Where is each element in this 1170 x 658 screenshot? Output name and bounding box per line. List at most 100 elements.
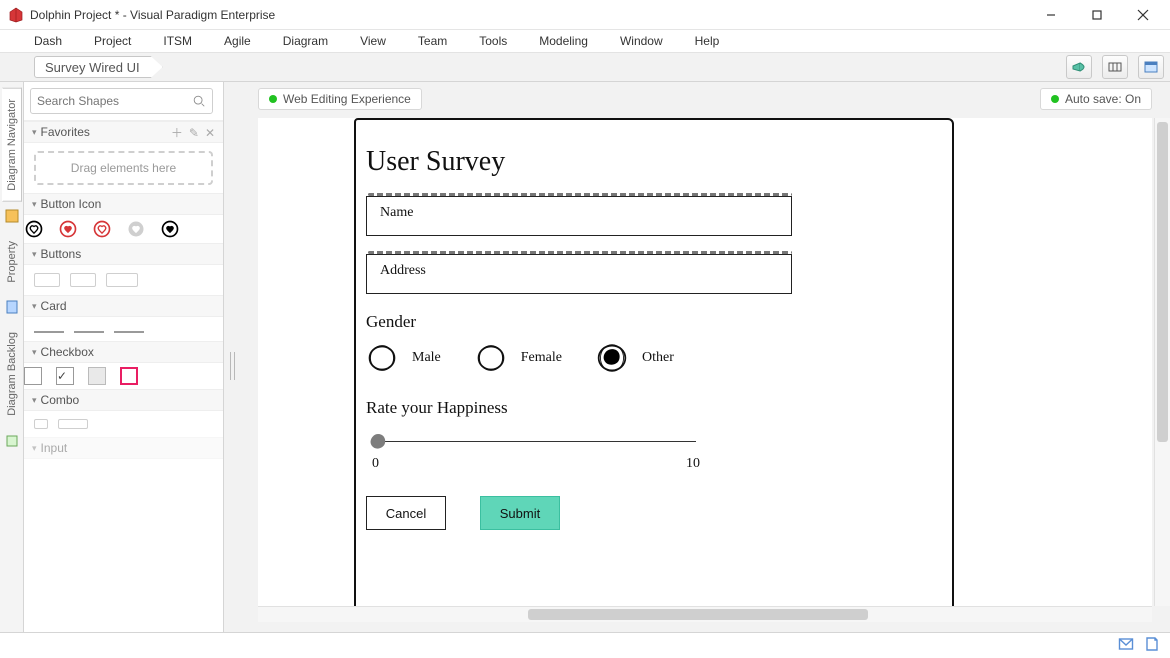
scrollbar-thumb[interactable] — [528, 609, 868, 620]
window-minimize-button[interactable] — [1028, 0, 1074, 30]
survey-name-field[interactable]: Name — [366, 196, 786, 236]
palette-category-buttons: ▾Buttons — [24, 243, 223, 295]
menu-help[interactable]: Help — [683, 32, 732, 50]
menu-dash[interactable]: Dash — [22, 32, 74, 50]
heart-grey-icon[interactable] — [126, 219, 146, 239]
heart-filled-icon[interactable] — [160, 219, 180, 239]
category-head-checkbox[interactable]: ▾Checkbox — [24, 341, 223, 363]
menu-diagram[interactable]: Diagram — [271, 32, 340, 50]
gender-radio-group: Male Female Other — [366, 342, 932, 374]
radio-circle-icon — [475, 342, 507, 374]
status-dot-icon — [269, 95, 277, 103]
radio-female[interactable]: Female — [475, 342, 562, 374]
category-head-button-icon[interactable]: ▾Button Icon — [24, 193, 223, 215]
tool-layout-icon[interactable] — [1102, 55, 1128, 79]
shapes-palette: ⋮ ▾ Favorites ＋ ✎ ✕ Drag elements here ▾Bu… — [24, 82, 224, 632]
category-label: Combo — [41, 393, 80, 407]
chevron-down-icon: ▾ — [32, 301, 37, 312]
menu-modeling[interactable]: Modeling — [527, 32, 600, 50]
palette-category-combo: ▾Combo — [24, 389, 223, 437]
rail-tab-diagram-backlog[interactable]: Diagram Backlog — [2, 321, 22, 427]
panel-splitter[interactable] — [224, 82, 244, 632]
checkbox-highlight[interactable] — [120, 367, 138, 385]
radio-male[interactable]: Male — [366, 342, 441, 374]
category-head-favorites[interactable]: ▾ Favorites ＋ ✎ ✕ — [24, 121, 223, 143]
card-shape-2[interactable] — [74, 331, 104, 333]
horizontal-scrollbar[interactable] — [258, 606, 1152, 622]
category-label: Favorites — [41, 125, 90, 139]
vertical-scrollbar[interactable] — [1154, 118, 1170, 606]
main-area: Diagram Navigator Property Diagram Backl… — [0, 82, 1170, 632]
radio-label: Male — [412, 350, 441, 366]
palette-search-box[interactable] — [30, 88, 213, 114]
palette-category-checkbox: ▾Checkbox — [24, 341, 223, 389]
card-shape-1[interactable] — [34, 331, 64, 333]
heart-red-outline-icon[interactable] — [58, 219, 78, 239]
menu-team[interactable]: Team — [406, 32, 459, 50]
slider-thumb-icon[interactable] — [368, 432, 388, 452]
button-shape-small[interactable] — [34, 273, 60, 287]
cancel-button[interactable]: Cancel — [366, 496, 446, 530]
menu-project[interactable]: Project — [82, 32, 143, 50]
close-icon[interactable]: ✕ — [205, 126, 215, 140]
canvas-page[interactable]: User Survey Name Address Gender Male — [258, 118, 1152, 622]
checkbox-checked[interactable] — [56, 367, 74, 385]
heart-red-icon[interactable] — [92, 219, 112, 239]
menu-itsm[interactable]: ITSM — [151, 32, 204, 50]
survey-title[interactable]: User Survey — [366, 146, 932, 178]
breadcrumb[interactable]: Survey Wired UI — [34, 56, 163, 78]
tool-panel-icon[interactable] — [1138, 55, 1164, 79]
button-shape-medium[interactable] — [70, 273, 96, 287]
rail-tab-diagram-navigator[interactable]: Diagram Navigator — [2, 88, 22, 202]
top-toolbar: Survey Wired UI — [0, 52, 1170, 82]
scrollbar-thumb[interactable] — [1157, 122, 1168, 442]
tool-announcement-icon[interactable] — [1066, 55, 1092, 79]
field-label: Address — [380, 263, 426, 279]
slider-min: 0 — [372, 456, 379, 472]
window-maximize-button[interactable] — [1074, 0, 1120, 30]
rail-tab-property[interactable]: Property — [2, 230, 22, 294]
combo-shape-2[interactable] — [58, 419, 88, 429]
plus-icon[interactable]: ＋ — [171, 126, 183, 140]
search-input[interactable] — [37, 94, 192, 108]
canvas-viewport[interactable]: User Survey Name Address Gender Male — [258, 118, 1152, 622]
canvas-area: Web Editing Experience Auto save: On Use… — [244, 82, 1170, 632]
status-dot-icon — [1051, 95, 1059, 103]
slider-max: 10 — [686, 456, 700, 472]
checkbox-outline[interactable] — [24, 367, 42, 385]
submit-button[interactable]: Submit — [480, 496, 560, 530]
slider-label[interactable]: Rate your Happiness — [366, 398, 932, 418]
menu-view[interactable]: View — [348, 32, 398, 50]
button-shape-large[interactable] — [106, 273, 138, 287]
gender-label[interactable]: Gender — [366, 312, 932, 332]
window-close-button[interactable] — [1120, 0, 1166, 30]
checkbox-filled[interactable] — [88, 367, 106, 385]
radio-other[interactable]: Other — [596, 342, 674, 374]
favorites-dropzone[interactable]: Drag elements here — [34, 151, 213, 185]
menubar: Dash Project ITSM Agile Diagram View Tea… — [0, 30, 1170, 52]
survey-address-field[interactable]: Address — [366, 254, 786, 294]
menu-window[interactable]: Window — [608, 32, 675, 50]
palette-category-button-icon: ▾Button Icon — [24, 193, 223, 243]
chevron-down-icon: ▾ — [32, 127, 37, 138]
happiness-slider[interactable] — [366, 430, 706, 454]
note-icon[interactable] — [1144, 636, 1160, 655]
breadcrumb-label: Survey Wired UI — [45, 60, 140, 75]
card-shape-3[interactable] — [114, 331, 144, 333]
menu-agile[interactable]: Agile — [212, 32, 263, 50]
category-head-buttons[interactable]: ▾Buttons — [24, 243, 223, 265]
status-web-editing[interactable]: Web Editing Experience — [258, 88, 422, 110]
mail-icon[interactable] — [1118, 636, 1134, 655]
rail-icon-property — [4, 299, 20, 315]
palette-search-row: ⋮ — [24, 82, 223, 121]
heart-outline-icon[interactable] — [24, 219, 44, 239]
wireframe-frame[interactable]: User Survey Name Address Gender Male — [354, 118, 954, 622]
category-head-input[interactable]: ▾Input — [24, 437, 223, 459]
category-head-combo[interactable]: ▾Combo — [24, 389, 223, 411]
pencil-icon[interactable]: ✎ — [189, 126, 199, 140]
category-head-card[interactable]: ▾Card — [24, 295, 223, 317]
category-label: Checkbox — [41, 345, 94, 359]
combo-shape[interactable] — [34, 419, 48, 429]
status-autosave[interactable]: Auto save: On — [1040, 88, 1152, 110]
menu-tools[interactable]: Tools — [467, 32, 519, 50]
